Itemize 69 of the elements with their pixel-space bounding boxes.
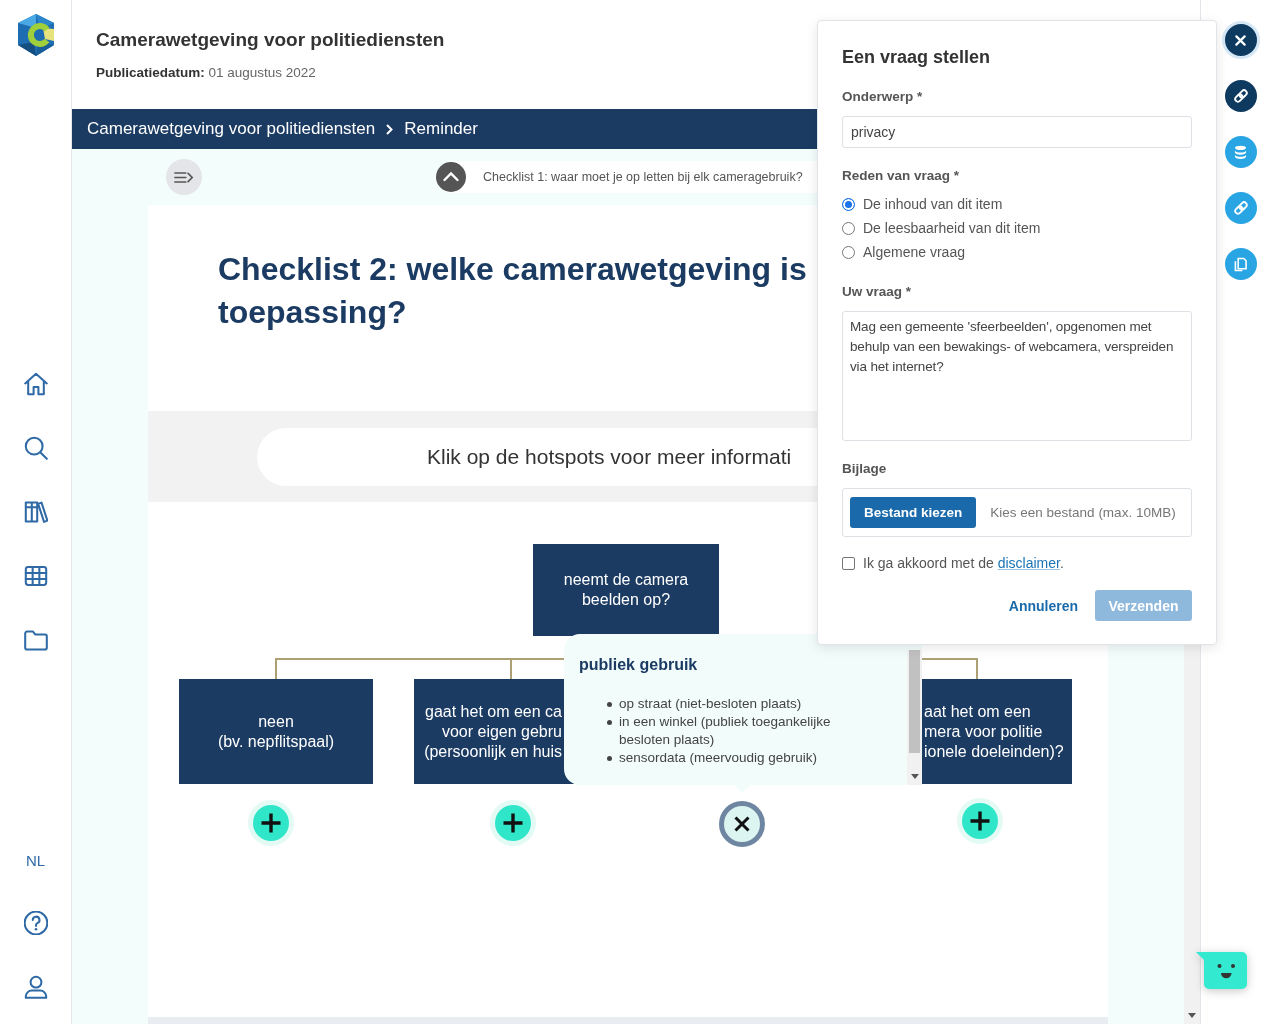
hotspot-button[interactable] [248,800,294,846]
chat-bubble-icon[interactable] [1196,952,1248,990]
dialog-title: Een vraag stellen [842,46,991,69]
page-title: Camerawetgeving voor politiediensten [96,28,445,52]
question-textarea[interactable]: Mag een gemeente 'sfeerbeelden', opgenomen met behulp van een bewakings- of webcamera, verspreiden via het internet? [842,311,1192,441]
outline-button[interactable] [166,159,202,195]
disclaimer-link[interactable]: disclaimer [997,555,1060,571]
subject-input[interactable]: privacy [842,116,1192,148]
radio-label[interactable]: De inhoud van dit item [863,194,1003,214]
scroll-down-arrow-icon[interactable] [910,774,919,779]
radio-button[interactable] [842,245,855,259]
file-upload-field[interactable]: Bestand kiezen Kies een bestand (max. 10MB) [842,488,1192,537]
page-heading: Checklist 2: welke camerawetgeving is toepassing? [218,250,807,332]
popup-list-item: in een winkel (publiek toegankelijke besloten plaats) [619,713,832,749]
popup-title: publiek gebruik [579,655,698,675]
close-icon [719,801,765,847]
hotspot-button[interactable] [719,801,765,847]
close-icon [1235,34,1246,46]
hotspot-button[interactable] [957,798,1003,844]
field-label: Uw vraag * [842,283,912,301]
link-button[interactable] [1224,80,1257,112]
user-icon[interactable] [23,975,48,999]
database-icon [1234,144,1247,160]
consent-checkbox[interactable] [842,556,855,570]
hotspot-button[interactable] [490,800,536,846]
close-button[interactable] [1221,21,1260,59]
popup-scrollbar[interactable] [907,650,922,785]
bullet-icon [607,720,612,725]
link-icon [1232,88,1249,104]
plus-icon [957,798,1003,844]
breadcrumb-link[interactable]: Reminder [404,118,478,140]
radio-label[interactable]: De leesbaarheid van dit item [863,218,1041,238]
connector-line [921,658,978,680]
consent-text: Ik ga akkoord met de disclaimer. [863,554,1064,573]
diagram-node: neemt de camera beelden op? [533,544,719,636]
choose-file-button[interactable]: Bestand kiezen [850,497,977,528]
link-icon [1232,200,1249,216]
popup-list-item: sensordata (meervoudig gebruik) [619,749,818,767]
radio-label[interactable]: Algemene vraag [863,242,965,262]
diagram-node: neen (bv. nepflitspaal) [179,679,373,784]
field-label: Reden van vraag * [842,167,960,185]
plus-icon [248,800,294,846]
home-icon[interactable] [23,372,48,396]
logo-icon[interactable] [15,14,56,56]
scroll-down-arrow-icon[interactable] [1188,1013,1196,1018]
chevron-up-icon [436,162,466,192]
scrollbar-thumb[interactable] [909,650,920,753]
database-button[interactable] [1224,136,1257,168]
bullet-icon [607,756,612,761]
lines-arrow-icon [174,170,194,184]
radio-button[interactable] [842,221,855,235]
radio-button[interactable] [842,197,855,211]
publication-date: Publicatiedatum: 01 augustus 2022 [96,64,316,82]
language-selector[interactable]: NL [25,852,46,870]
plus-icon [490,800,536,846]
search-icon[interactable] [23,436,48,460]
breadcrumb-link[interactable]: Camerawetgeving voor politiediensten [87,118,376,140]
field-label: Onderwerp * [842,88,923,106]
cancel-button[interactable]: Annuleren [1008,597,1078,614]
popup-list-item: op straat (niet-besloten plaats) [619,695,802,713]
books-icon[interactable] [23,500,48,524]
folder-icon[interactable] [23,628,48,652]
copy-button[interactable] [1224,248,1257,280]
field-label: Bijlage [842,460,887,478]
chevron-right-icon [386,123,394,135]
grid-icon[interactable] [23,564,48,588]
help-icon[interactable] [23,911,48,935]
copy-icon [1234,256,1247,272]
bullet-icon [607,702,612,707]
